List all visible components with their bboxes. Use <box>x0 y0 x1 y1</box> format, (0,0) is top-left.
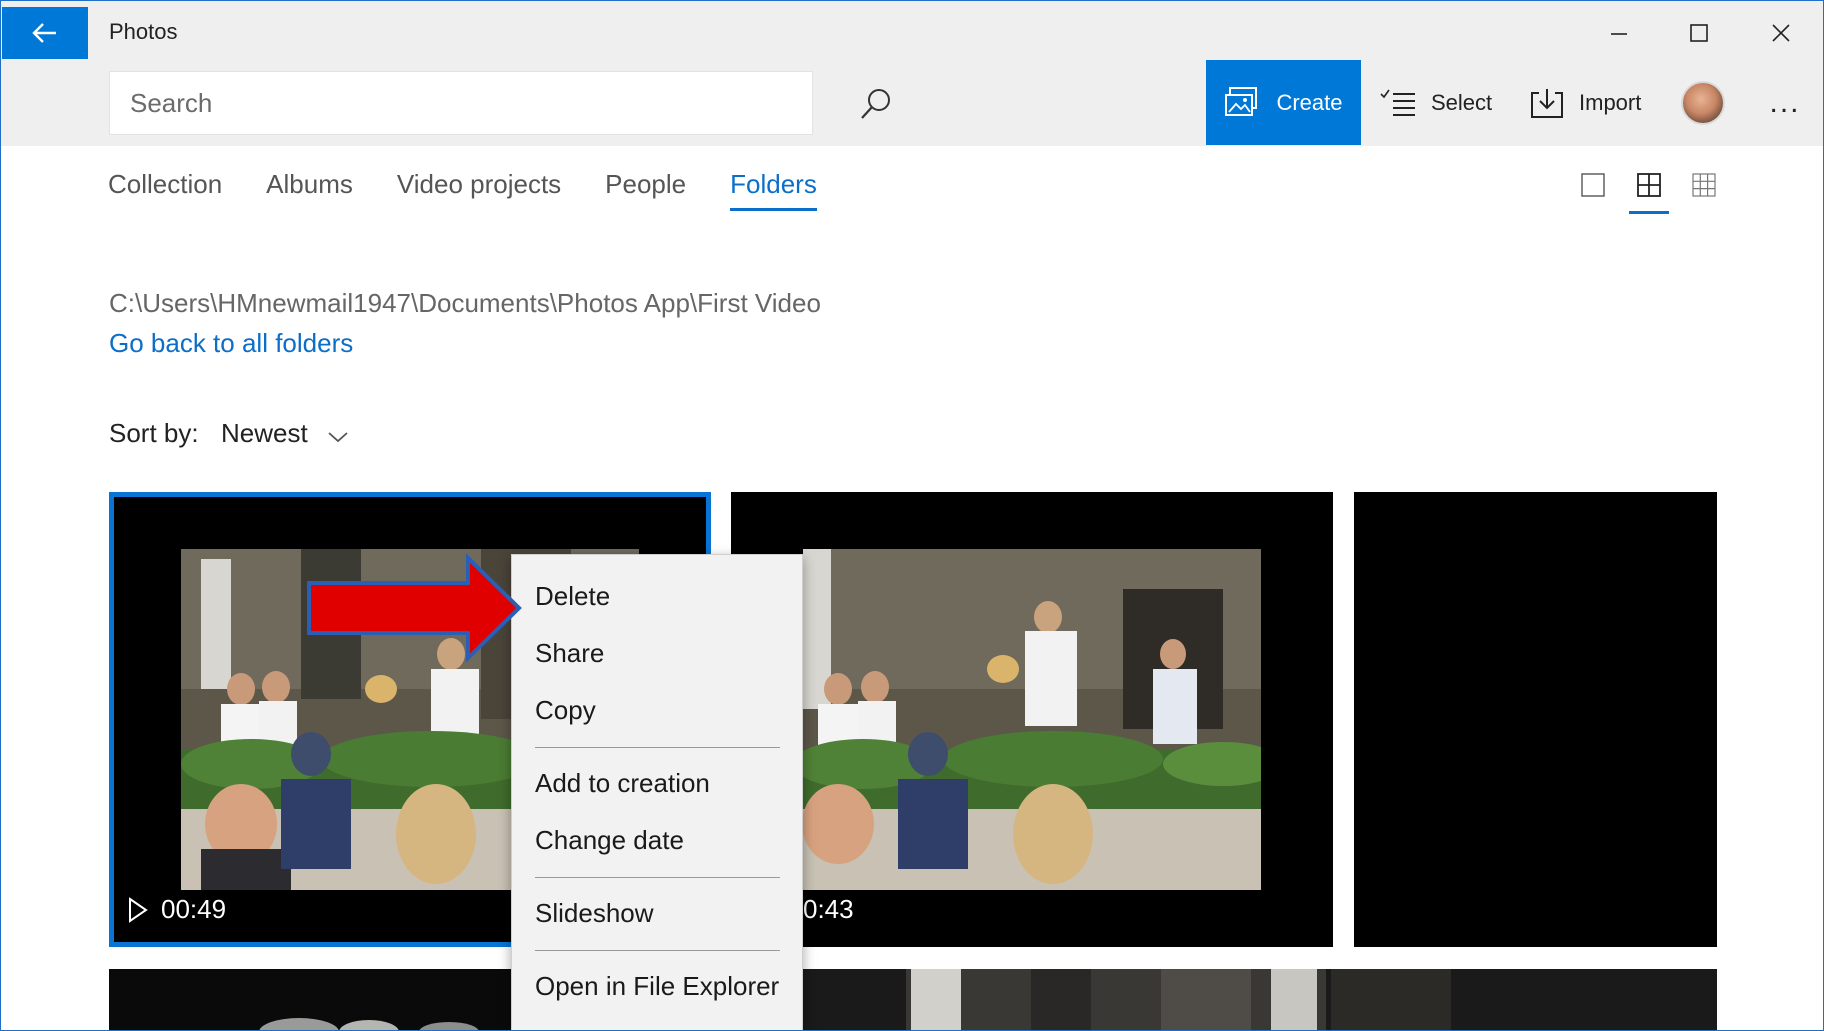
video-tile[interactable] <box>1354 492 1717 947</box>
view-medium-grid-button[interactable] <box>1629 166 1669 214</box>
tab-video-projects[interactable]: Video projects <box>397 169 561 211</box>
minimize-icon <box>1611 33 1627 35</box>
folder-path: C:\Users\HMnewmail1947\Documents\Photos … <box>109 288 821 318</box>
maximize-button[interactable] <box>1659 9 1739 57</box>
create-label: Create <box>1276 89 1343 115</box>
tab-folders[interactable]: Folders <box>730 169 817 211</box>
photos-window: Photos Create <box>0 0 1824 1031</box>
go-back-to-all-folders-link[interactable]: Go back to all folders <box>109 328 353 359</box>
context-menu: Delete Share Copy Add to creation Change… <box>511 554 803 1030</box>
play-icon <box>129 896 148 923</box>
select-list-icon <box>1380 89 1415 116</box>
user-avatar[interactable] <box>1681 81 1725 125</box>
more-options-button[interactable]: ... <box>1761 81 1809 125</box>
view-small-grid-button[interactable] <box>1684 166 1724 214</box>
tab-albums[interactable]: Albums <box>266 169 353 211</box>
concert-scene-image <box>803 549 1261 890</box>
search-box[interactable] <box>109 71 890 135</box>
chevron-down-icon[interactable] <box>326 425 350 449</box>
duration-text: 00:49 <box>161 894 227 924</box>
back-button[interactable] <box>2 7 88 59</box>
menu-item-add-to-creation[interactable]: Add to creation <box>535 768 710 799</box>
import-button[interactable]: Import <box>1529 60 1641 145</box>
video-thumbnail <box>803 549 1261 890</box>
app-title: Photos <box>109 19 178 44</box>
back-arrow-icon <box>32 23 56 43</box>
title-bar: Photos Create <box>1 1 1823 146</box>
tab-collection[interactable]: Collection <box>108 169 222 211</box>
select-button[interactable]: Select <box>1379 60 1492 145</box>
video-thumbnail <box>731 969 1717 1030</box>
select-label: Select <box>1431 89 1493 115</box>
menu-item-share[interactable]: Share <box>535 638 604 669</box>
video-tile[interactable]: 0:43 <box>731 492 1333 947</box>
close-icon <box>1772 24 1790 42</box>
menu-separator <box>535 747 780 748</box>
menu-item-change-date[interactable]: Change date <box>535 825 684 856</box>
video-duration: 0:43 <box>803 894 854 925</box>
menu-separator <box>535 950 780 951</box>
medium-grid-icon <box>1637 173 1661 197</box>
duration-text: 0:43 <box>803 894 854 924</box>
annotation-arrow-icon <box>307 553 522 663</box>
maximize-icon <box>1690 24 1708 42</box>
sort-label: Sort by: <box>109 418 199 448</box>
single-view-icon <box>1581 173 1605 197</box>
menu-item-open-in-file-explorer[interactable]: Open in File Explorer <box>535 971 779 1002</box>
minimize-button[interactable] <box>1579 9 1659 57</box>
menu-item-copy[interactable]: Copy <box>535 695 596 726</box>
small-grid-icon <box>1692 173 1716 197</box>
video-tile[interactable] <box>731 969 1717 1030</box>
sort-dropdown[interactable]: Newest <box>221 418 308 449</box>
menu-item-slideshow[interactable]: Slideshow <box>535 898 654 929</box>
import-label: Import <box>1579 89 1642 115</box>
video-duration: 00:49 <box>127 894 226 925</box>
create-button[interactable]: Create <box>1206 60 1361 145</box>
nav-tabs: Collection Albums Video projects People … <box>108 169 861 211</box>
menu-item-delete[interactable]: Delete <box>535 581 610 612</box>
create-icon <box>1225 86 1258 116</box>
search-icon[interactable] <box>858 86 894 122</box>
import-icon <box>1531 88 1563 118</box>
menu-separator <box>535 877 780 878</box>
search-input[interactable] <box>110 72 750 134</box>
view-single-button[interactable] <box>1573 166 1613 214</box>
tab-people[interactable]: People <box>605 169 686 211</box>
close-button[interactable] <box>1741 9 1821 57</box>
